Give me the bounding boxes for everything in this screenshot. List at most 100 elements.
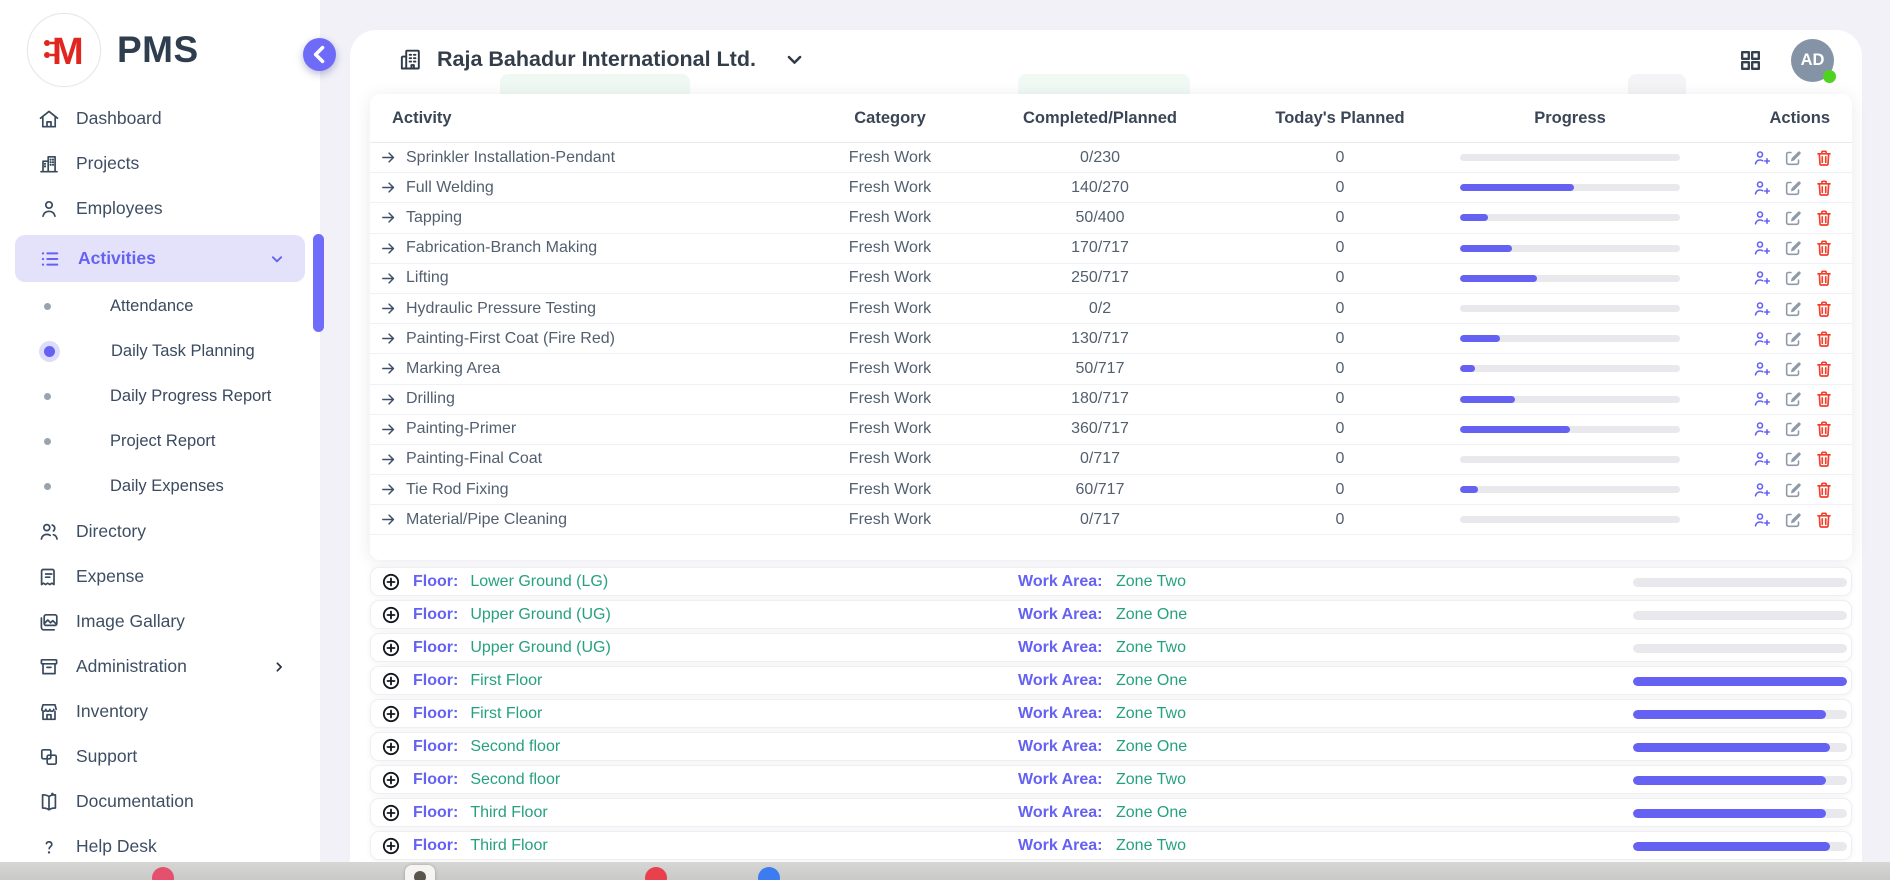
floor-row[interactable]: Floor: Third Floor Work Area: Zone Two <box>370 831 1852 860</box>
delete-button[interactable] <box>1814 510 1834 530</box>
activity-category: Fresh Work <box>800 330 980 348</box>
edit-button[interactable] <box>1783 238 1803 258</box>
company-selector[interactable]: Raja Bahadur International Ltd. <box>397 46 808 73</box>
sidebar-subitem-project-report[interactable]: Project Report <box>0 419 320 464</box>
activity-name: Hydraulic Pressure Testing <box>406 300 596 318</box>
sidebar-collapse-button[interactable] <box>303 38 336 71</box>
expand-plus-icon[interactable] <box>381 572 401 592</box>
delete-button[interactable] <box>1814 268 1834 288</box>
dock-app-icon[interactable] <box>645 867 667 880</box>
sidebar: M PMS Dashboard Projects Employees Activ… <box>0 0 320 862</box>
floor-row[interactable]: Floor: First Floor Work Area: Zone Two <box>370 699 1852 728</box>
edit-button[interactable] <box>1783 449 1803 469</box>
assign-user-button[interactable] <box>1752 419 1772 439</box>
floor-row[interactable]: Floor: Third Floor Work Area: Zone One <box>370 798 1852 827</box>
activity-name: Painting-First Coat (Fire Red) <box>406 330 615 348</box>
assign-user-button[interactable] <box>1752 480 1772 500</box>
sidebar-item-inventory[interactable]: Inventory <box>0 689 320 734</box>
floor-row[interactable]: Floor: Upper Ground (UG) Work Area: Zone… <box>370 633 1852 662</box>
floor-row[interactable]: Floor: Second floor Work Area: Zone One <box>370 732 1852 761</box>
delete-button[interactable] <box>1814 299 1834 319</box>
expand-plus-icon[interactable] <box>381 638 401 658</box>
delete-button[interactable] <box>1814 178 1834 198</box>
sidebar-item-directory[interactable]: Directory <box>0 509 320 554</box>
activity-category: Fresh Work <box>800 209 980 227</box>
dock-app-icon[interactable] <box>152 867 174 880</box>
edit-button[interactable] <box>1783 329 1803 349</box>
assign-user-button[interactable] <box>1752 238 1772 258</box>
floor-progress-bar <box>1633 611 1847 620</box>
assign-user-button[interactable] <box>1752 359 1772 379</box>
sidebar-subitem-daily-progress-report[interactable]: Daily Progress Report <box>0 374 320 419</box>
assign-user-button[interactable] <box>1752 299 1772 319</box>
edit-button[interactable] <box>1783 359 1803 379</box>
sidebar-item-image-gallary[interactable]: Image Gallary <box>0 599 320 644</box>
activity-row: Full Welding Fresh Work 140/270 0 <box>370 173 1852 203</box>
floor-progress-bar <box>1633 710 1847 719</box>
edit-button[interactable] <box>1783 480 1803 500</box>
sidebar-item-activities[interactable]: Activities <box>15 235 305 282</box>
user-avatar[interactable]: AD <box>1791 39 1834 82</box>
edit-button[interactable] <box>1783 389 1803 409</box>
delete-button[interactable] <box>1814 480 1834 500</box>
delete-button[interactable] <box>1814 419 1834 439</box>
table-header-row: Activity Category Completed/Planned Toda… <box>370 94 1852 143</box>
activity-name: Drilling <box>406 390 455 408</box>
assign-user-button[interactable] <box>1752 148 1772 168</box>
dock-app-icon[interactable] <box>758 867 780 880</box>
edit-button[interactable] <box>1783 268 1803 288</box>
edit-button[interactable] <box>1783 419 1803 439</box>
arrow-right-icon <box>380 391 397 408</box>
assign-user-button[interactable] <box>1752 178 1772 198</box>
apps-grid-button[interactable] <box>1737 47 1764 74</box>
delete-button[interactable] <box>1814 359 1834 379</box>
activity-row: Tapping Fresh Work 50/400 0 <box>370 203 1852 233</box>
assign-user-button[interactable] <box>1752 449 1772 469</box>
floor-row[interactable]: Floor: Second floor Work Area: Zone Two <box>370 765 1852 794</box>
sidebar-scrollbar-thumb[interactable] <box>313 234 324 332</box>
sidebar-subitem-attendance[interactable]: Attendance <box>0 284 320 329</box>
delete-button[interactable] <box>1814 389 1834 409</box>
assign-user-button[interactable] <box>1752 268 1772 288</box>
sidebar-item-documentation[interactable]: Documentation <box>0 779 320 824</box>
sidebar-item-employees[interactable]: Employees <box>0 186 320 231</box>
completed-planned-value: 250/717 <box>980 269 1220 287</box>
assign-user-button[interactable] <box>1752 510 1772 530</box>
expand-plus-icon[interactable] <box>381 671 401 691</box>
assign-user-button[interactable] <box>1752 329 1772 349</box>
expand-plus-icon[interactable] <box>381 605 401 625</box>
activity-row: Painting-Primer Fresh Work 360/717 0 <box>370 415 1852 445</box>
expand-plus-icon[interactable] <box>381 704 401 724</box>
sidebar-subitem-daily-task-planning[interactable]: Daily Task Planning <box>0 329 320 374</box>
floor-row[interactable]: Floor: Lower Ground (LG) Work Area: Zone… <box>370 567 1852 596</box>
sidebar-item-support[interactable]: Support <box>0 734 320 779</box>
edit-button[interactable] <box>1783 299 1803 319</box>
sidebar-item-projects[interactable]: Projects <box>0 141 320 186</box>
delete-button[interactable] <box>1814 208 1834 228</box>
sidebar-item-administration[interactable]: Administration <box>0 644 320 689</box>
floor-row[interactable]: Floor: First Floor Work Area: Zone One <box>370 666 1852 695</box>
dock-app-icon[interactable] <box>405 865 435 880</box>
edit-button[interactable] <box>1783 148 1803 168</box>
sidebar-item-dashboard[interactable]: Dashboard <box>0 96 320 141</box>
edit-button[interactable] <box>1783 510 1803 530</box>
expand-plus-icon[interactable] <box>381 836 401 856</box>
todays-planned-value: 0 <box>1220 330 1460 348</box>
sidebar-subitem-daily-expenses[interactable]: Daily Expenses <box>0 464 320 509</box>
expand-plus-icon[interactable] <box>381 737 401 757</box>
assign-user-button[interactable] <box>1752 208 1772 228</box>
expand-plus-icon[interactable] <box>381 770 401 790</box>
expand-plus-icon[interactable] <box>381 803 401 823</box>
delete-button[interactable] <box>1814 148 1834 168</box>
col-activity: Activity <box>370 109 800 128</box>
delete-button[interactable] <box>1814 449 1834 469</box>
sidebar-item-expense[interactable]: Expense <box>0 554 320 599</box>
delete-button[interactable] <box>1814 329 1834 349</box>
floor-value: Third Floor <box>470 837 547 855</box>
delete-button[interactable] <box>1814 238 1834 258</box>
floor-row[interactable]: Floor: Upper Ground (UG) Work Area: Zone… <box>370 600 1852 629</box>
edit-button[interactable] <box>1783 178 1803 198</box>
col-category: Category <box>800 109 980 128</box>
assign-user-button[interactable] <box>1752 389 1772 409</box>
edit-button[interactable] <box>1783 208 1803 228</box>
